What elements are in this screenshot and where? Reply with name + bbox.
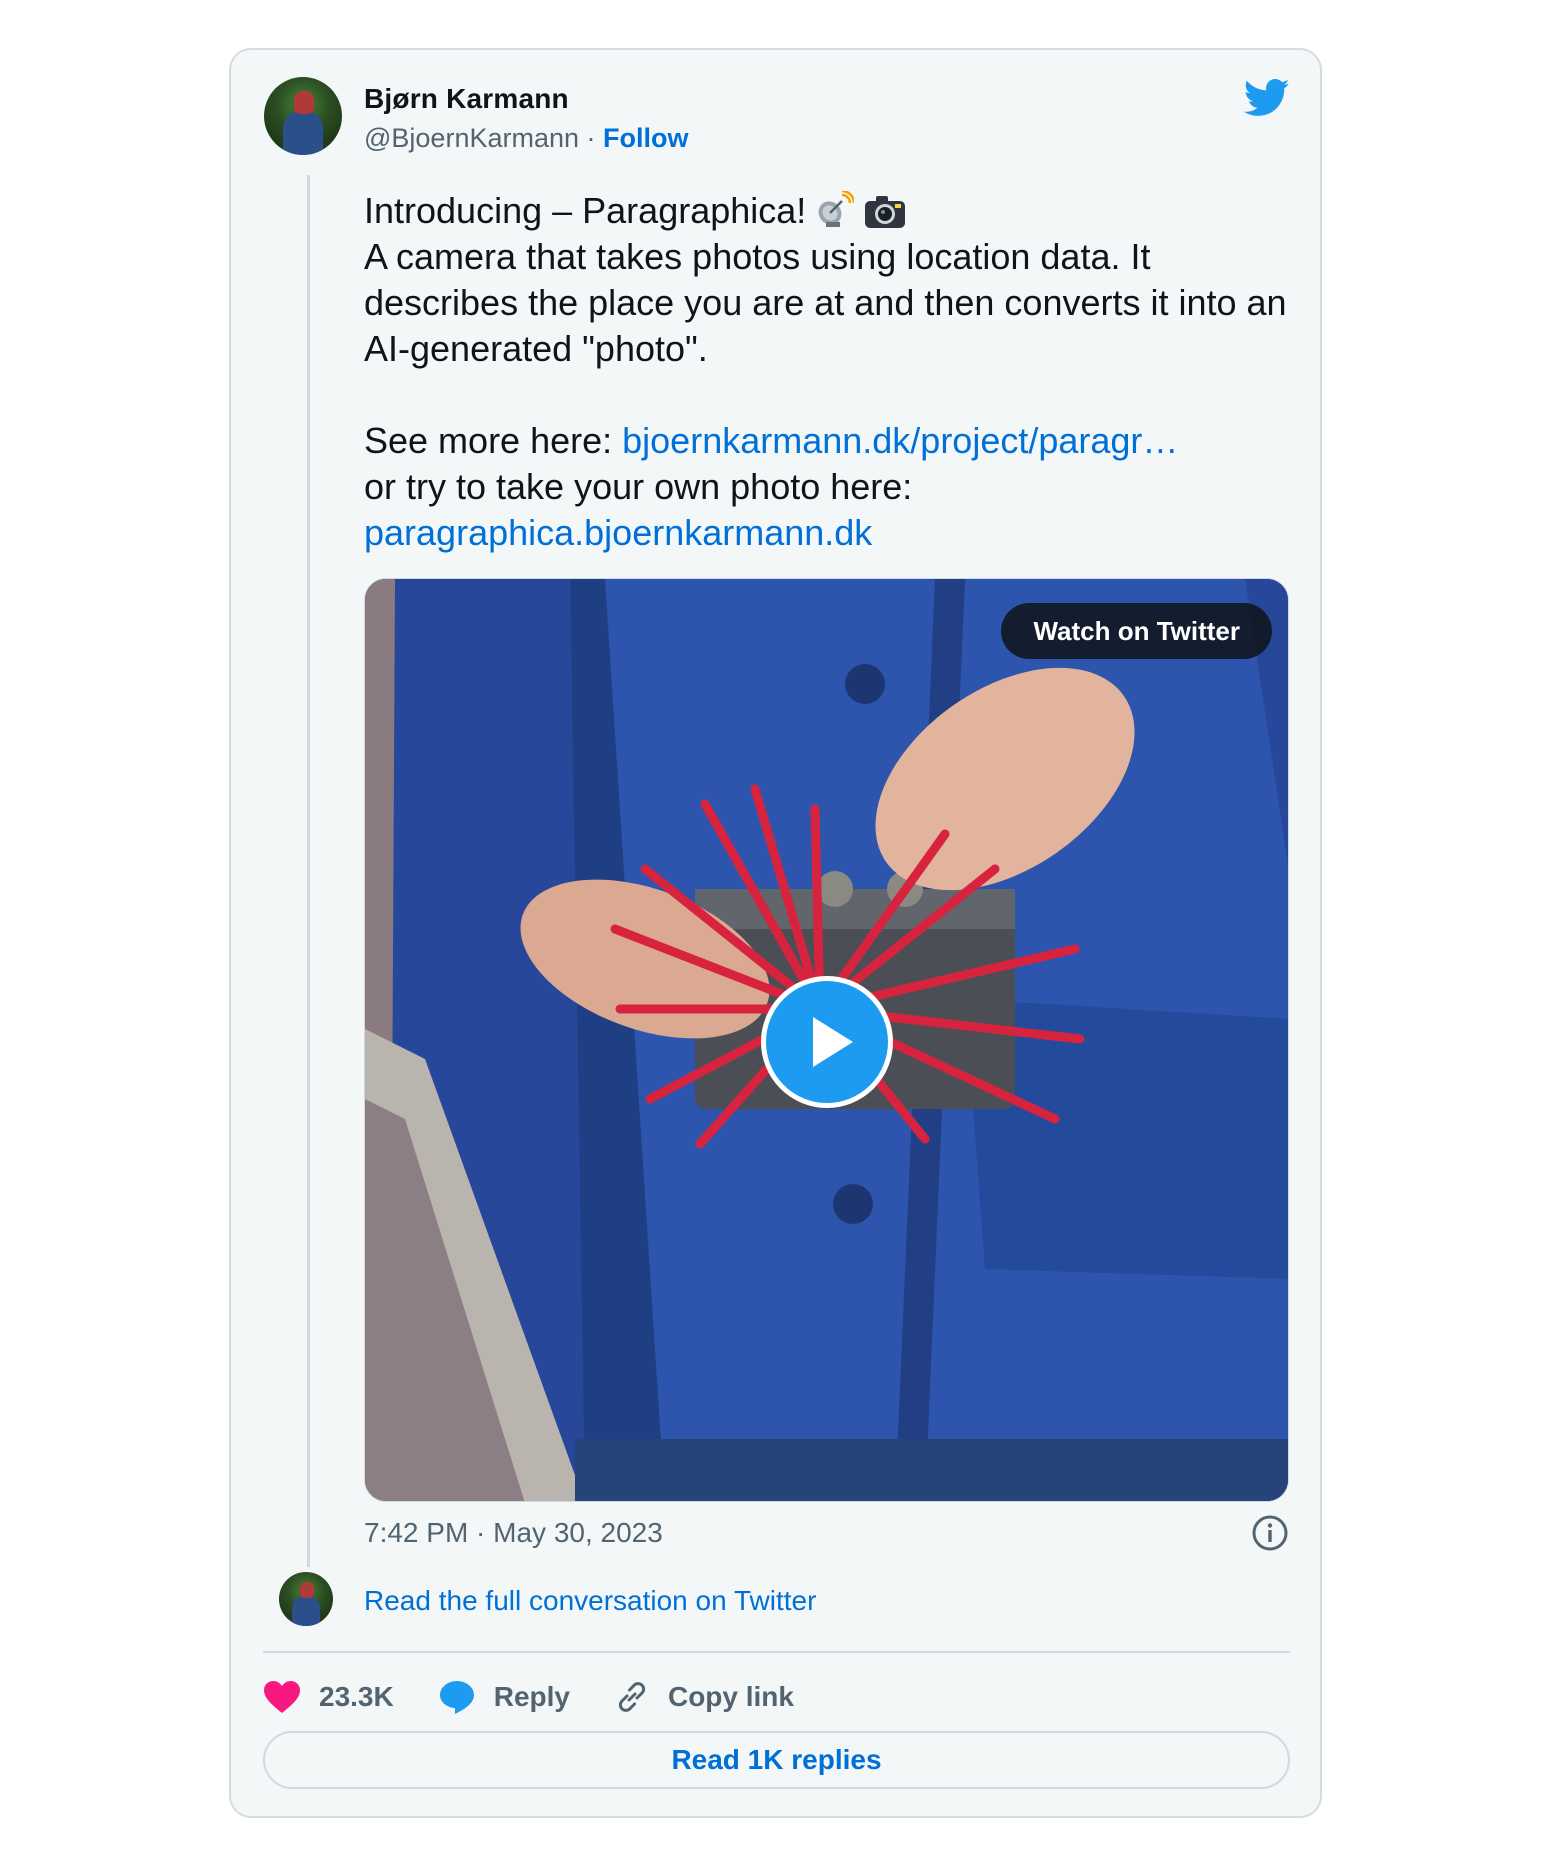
project-link[interactable]: bjoernkarmann.dk/project/paragr… [622,420,1178,461]
author-avatar[interactable] [264,77,342,155]
tweet-actions-bar: 23.3K Reply Copy link [263,1672,838,1722]
copy-link-action[interactable]: Copy link [614,1679,794,1715]
play-button[interactable] [761,976,893,1108]
info-icon[interactable] [1251,1514,1289,1552]
actions-divider [263,1651,1290,1653]
tweet-timestamp[interactable]: 7:42 PM · May 30, 2023 [364,1517,663,1549]
handle-separator: · [579,123,604,153]
author-name[interactable]: Bjørn Karmann [364,83,569,115]
reply-bubble-icon [439,1681,474,1714]
twitter-bird-icon[interactable] [1244,78,1290,118]
thread-line [307,175,310,1567]
watch-on-twitter-button[interactable]: Watch on Twitter [1001,603,1272,659]
tweet-text: Introducing – Paragraphica! A camera tha… [364,188,1304,556]
like-action[interactable]: 23.3K [263,1680,394,1714]
read-full-conversation-link[interactable]: Read the full conversation on Twitter [364,1585,816,1617]
reply-label: Reply [493,1681,570,1712]
read-replies-button[interactable]: Read 1K replies [263,1731,1290,1789]
reply-action[interactable]: Reply [438,1679,570,1715]
satellite-antenna-icon [818,191,855,227]
heart-icon [264,1681,300,1713]
author-handle[interactable]: @BjoernKarmann [364,123,579,153]
camera-with-flash-icon [865,196,906,228]
author-handle-row: @BjoernKarmann · Follow [364,123,689,154]
link-icon [618,1682,646,1712]
tweet-line-1: Introducing – Paragraphica! [364,190,817,231]
conversation-avatar[interactable] [279,1572,333,1626]
tweet-line-2: A camera that takes photos using locatio… [364,236,1287,369]
play-icon [813,1017,853,1067]
copy-link-label: Copy link [667,1681,794,1712]
paragraphica-link[interactable]: paragraphica.bjoernkarmann.dk [364,510,1304,556]
see-more-prefix: See more here: [364,420,623,461]
tweet-embed-card: Bjørn Karmann @BjoernKarmann · Follow In… [229,48,1322,1818]
try-text: or try to take your own photo here: [364,466,913,507]
video-thumbnail[interactable]: Watch on Twitter [364,578,1289,1502]
like-count: 23.3K [319,1681,394,1712]
follow-button[interactable]: Follow [603,123,688,153]
